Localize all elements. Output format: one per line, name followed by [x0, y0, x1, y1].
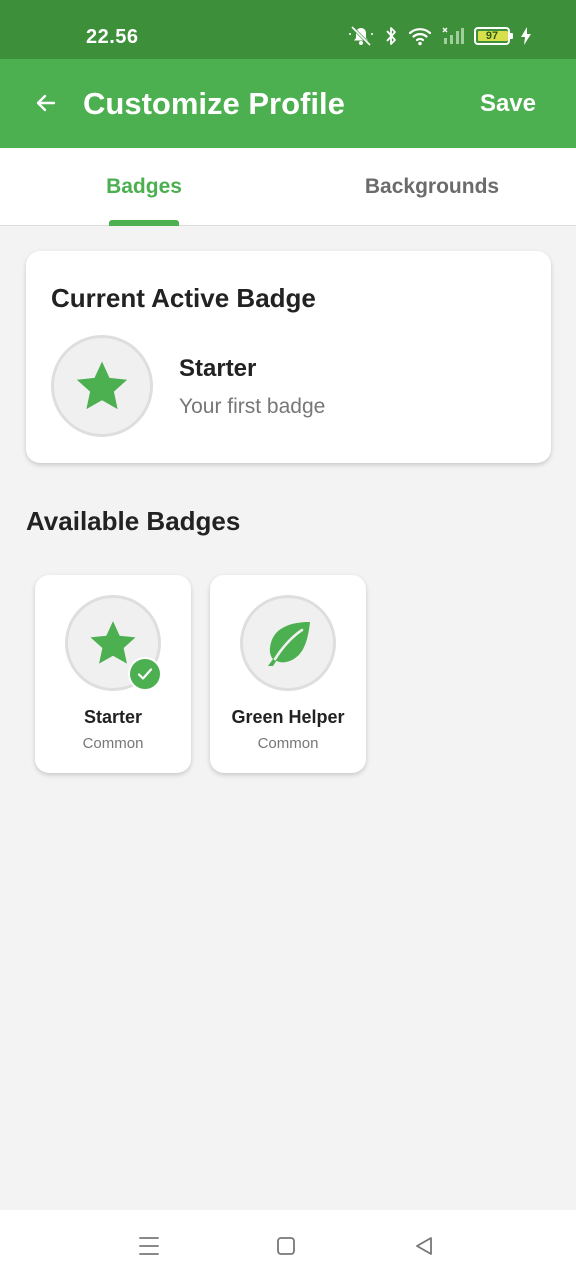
charging-icon	[520, 26, 532, 46]
page-title: Customize Profile	[83, 86, 345, 121]
badge-avatar	[240, 595, 336, 691]
status-bar: 22.56 97	[0, 0, 576, 59]
star-icon	[90, 621, 136, 664]
wifi-icon	[408, 26, 432, 46]
app-bar: Customize Profile Save	[0, 59, 576, 148]
star-icon	[76, 361, 128, 410]
back-triangle-icon[interactable]	[410, 1232, 438, 1260]
tab-bar: Badges Backgrounds	[0, 148, 576, 226]
status-icons: 97	[348, 25, 532, 47]
save-button[interactable]: Save	[480, 90, 536, 118]
available-badges-heading: Available Badges	[26, 506, 241, 536]
badge-rarity: Common	[257, 735, 319, 752]
mute-icon	[348, 25, 374, 47]
bluetooth-icon	[384, 25, 398, 47]
badge-name: Green Helper	[231, 707, 345, 727]
active-badge-card: Current Active Badge Starter Your first …	[26, 251, 551, 463]
active-badge-heading: Current Active Badge	[51, 283, 316, 313]
active-badge-name: Starter	[179, 355, 257, 382]
tab-backgrounds[interactable]: Backgrounds	[288, 148, 576, 226]
battery-icon: 97	[474, 27, 513, 45]
battery-level: 97	[485, 30, 499, 42]
status-time: 22.56	[86, 26, 139, 48]
active-badge-description: Your first badge	[179, 395, 326, 418]
badge-rarity: Common	[82, 735, 144, 752]
tab-indicator	[109, 220, 179, 226]
signal-icon	[442, 27, 464, 45]
badge-card-starter[interactable]: Starter Common	[35, 575, 191, 773]
selected-check-icon	[128, 657, 162, 691]
arrow-left-icon	[36, 94, 56, 112]
badge-name: Starter	[83, 707, 143, 727]
menu-icon[interactable]	[135, 1232, 163, 1260]
leaf-icon	[268, 622, 310, 666]
system-nav-bar	[0, 1210, 576, 1280]
active-badge-avatar	[51, 335, 153, 437]
badge-card-green-helper[interactable]: Green Helper Common	[210, 575, 366, 773]
home-icon[interactable]	[272, 1232, 300, 1260]
tab-badges[interactable]: Badges	[0, 148, 288, 226]
back-button[interactable]	[30, 87, 62, 119]
